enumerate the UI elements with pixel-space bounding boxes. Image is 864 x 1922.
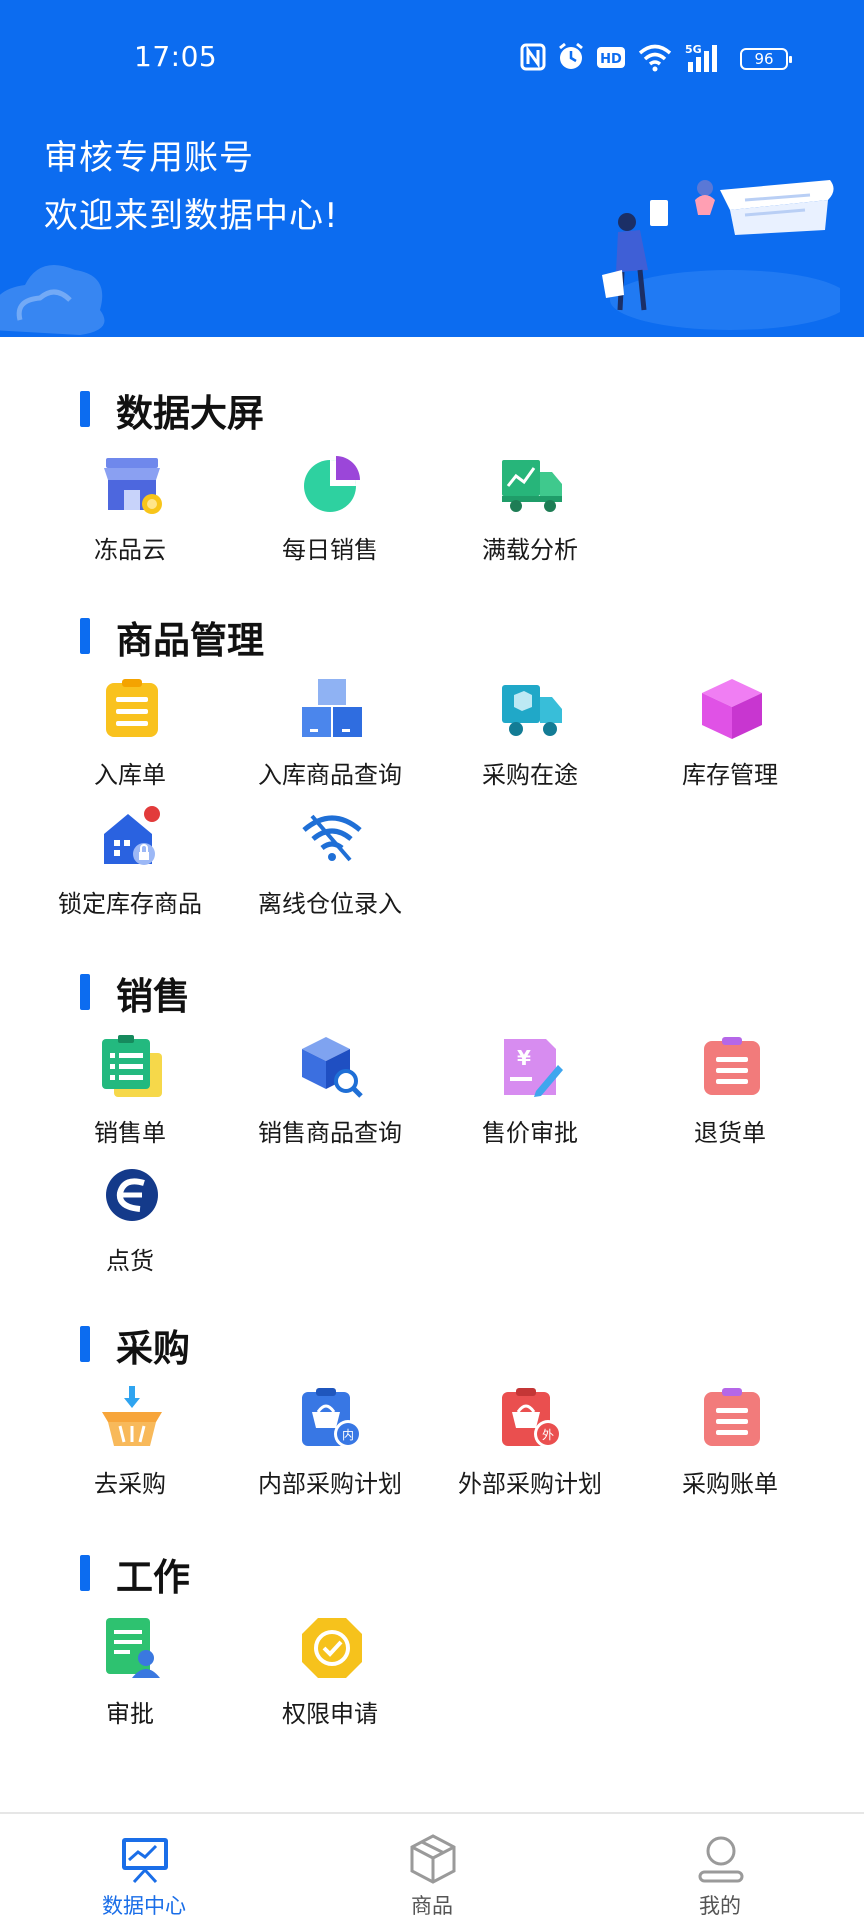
item-label: 点货 (106, 1247, 154, 1275)
boxes-icon (302, 679, 362, 737)
alarm-icon (559, 42, 583, 69)
item-purchase-in-transit[interactable]: 采购在途 (430, 677, 630, 797)
status-bar: 17:05 HD 5G 96 (0, 38, 864, 78)
item-price-approval[interactable]: ¥ 售价审批 (430, 1035, 630, 1155)
sales-list-icon (102, 1035, 162, 1097)
tab-label: 数据中心 (102, 1894, 186, 1918)
item-label: 采购账单 (682, 1470, 778, 1498)
approval-doc-icon (106, 1618, 160, 1678)
section-title-sales: 销售 (80, 966, 190, 1020)
item-locked-stock[interactable]: 锁定库存商品 (30, 806, 230, 926)
item-sales-order[interactable]: 销售单 (30, 1035, 230, 1155)
account-name: 审核专用账号 (44, 138, 254, 178)
bill-icon (704, 1388, 760, 1446)
item-permission-request[interactable]: 权限申请 (230, 1616, 430, 1736)
item-inventory-management[interactable]: 库存管理 (630, 677, 830, 797)
svg-text:5G: 5G (685, 43, 702, 56)
box-search-icon (302, 1037, 363, 1098)
item-label: 每日销售 (282, 536, 378, 564)
item-label: 入库商品查询 (258, 761, 402, 789)
item-label: 离线仓位录入 (258, 890, 402, 918)
item-label: 销售商品查询 (258, 1119, 402, 1147)
item-label: 权限申请 (282, 1700, 378, 1728)
item-label: 退货单 (694, 1119, 766, 1147)
item-count-goods[interactable]: 点货 (30, 1163, 230, 1283)
pie-chart-icon (304, 456, 360, 512)
hd-icon: HD (597, 47, 625, 68)
locked-warehouse-icon (104, 806, 160, 865)
nfc-icon (520, 43, 546, 71)
item-label: 销售单 (94, 1119, 166, 1147)
section-title-purchase: 采购 (80, 1318, 190, 1372)
permission-badge-icon (302, 1618, 362, 1678)
item-go-purchase[interactable]: 去采购 (30, 1386, 230, 1506)
store-icon (104, 458, 162, 514)
item-offline-location-entry[interactable]: 离线仓位录入 (230, 806, 430, 926)
tab-data-center[interactable]: 数据中心 (54, 1826, 234, 1918)
tab-products[interactable]: 商品 (342, 1826, 522, 1918)
return-list-icon (704, 1037, 760, 1095)
item-label: 锁定库存商品 (58, 890, 202, 918)
item-approval[interactable]: 审批 (30, 1616, 230, 1736)
item-daily-sales[interactable]: 每日销售 (230, 452, 430, 572)
item-full-load-analysis[interactable]: 满载分析 (430, 452, 630, 572)
item-label: 外部采购计划 (458, 1470, 602, 1498)
item-stock-in-query[interactable]: 入库商品查询 (230, 677, 430, 797)
item-label: 库存管理 (682, 761, 778, 789)
dashboard-icon (122, 1838, 168, 1884)
delivery-truck-icon (502, 685, 562, 736)
item-label: 冻品云 (94, 536, 166, 564)
item-label: 去采购 (94, 1470, 166, 1498)
item-label: 售价审批 (482, 1119, 578, 1147)
section-title-work: 工作 (80, 1547, 190, 1601)
welcome-text: 欢迎来到数据中心! (44, 196, 339, 236)
price-edit-icon: ¥ (504, 1039, 563, 1097)
user-icon (698, 1836, 744, 1883)
banner-illustration (602, 180, 840, 330)
item-internal-purchase-plan[interactable]: 内 内部采购计划 (230, 1386, 430, 1506)
svg-text:外: 外 (542, 1428, 554, 1442)
item-label: 内部采购计划 (258, 1470, 402, 1498)
item-stock-in-order[interactable]: 入库单 (30, 677, 230, 797)
header-banner: 17:05 HD 5G 96 审核专用账号 欢迎来到数据中心! (0, 0, 864, 337)
signal-5g-icon: 5G (685, 43, 717, 72)
external-plan-icon: 外 (502, 1388, 562, 1448)
item-purchase-bill[interactable]: 采购账单 (630, 1386, 830, 1506)
item-external-purchase-plan[interactable]: 外 外部采购计划 (430, 1386, 630, 1506)
svg-text:内: 内 (342, 1428, 354, 1442)
svg-text:¥: ¥ (517, 1046, 531, 1070)
truck-chart-icon (502, 460, 562, 512)
svg-text:HD: HD (600, 52, 622, 67)
item-return-order[interactable]: 退货单 (630, 1035, 830, 1155)
item-label: 审批 (106, 1700, 154, 1728)
item-label: 入库单 (94, 761, 166, 789)
item-label: 采购在途 (482, 761, 578, 789)
tab-label: 我的 (699, 1894, 741, 1918)
wifi-off-icon (302, 814, 362, 862)
tab-mine[interactable]: 我的 (630, 1826, 810, 1918)
item-sales-product-query[interactable]: 销售商品查询 (230, 1035, 430, 1155)
internal-plan-icon: 内 (302, 1388, 362, 1448)
clipboard-icon (106, 679, 158, 737)
cloud-decoration (0, 265, 105, 335)
package-icon (410, 1834, 456, 1884)
section-title-dashboard: 数据大屏 (80, 383, 264, 437)
item-label: 满载分析 (482, 536, 578, 564)
wifi-icon (638, 44, 672, 72)
cube-icon (702, 679, 762, 739)
bottom-tab-bar: 数据中心 商品 我的 (0, 1812, 864, 1922)
tab-label: 商品 (411, 1894, 453, 1918)
status-time: 17:05 (134, 40, 218, 73)
section-title-product-management: 商品管理 (80, 610, 264, 664)
battery-indicator: 96 (740, 48, 792, 70)
item-frozen-cloud[interactable]: 冻品云 (30, 452, 230, 572)
count-goods-icon (106, 1169, 158, 1221)
basket-icon (102, 1386, 162, 1446)
